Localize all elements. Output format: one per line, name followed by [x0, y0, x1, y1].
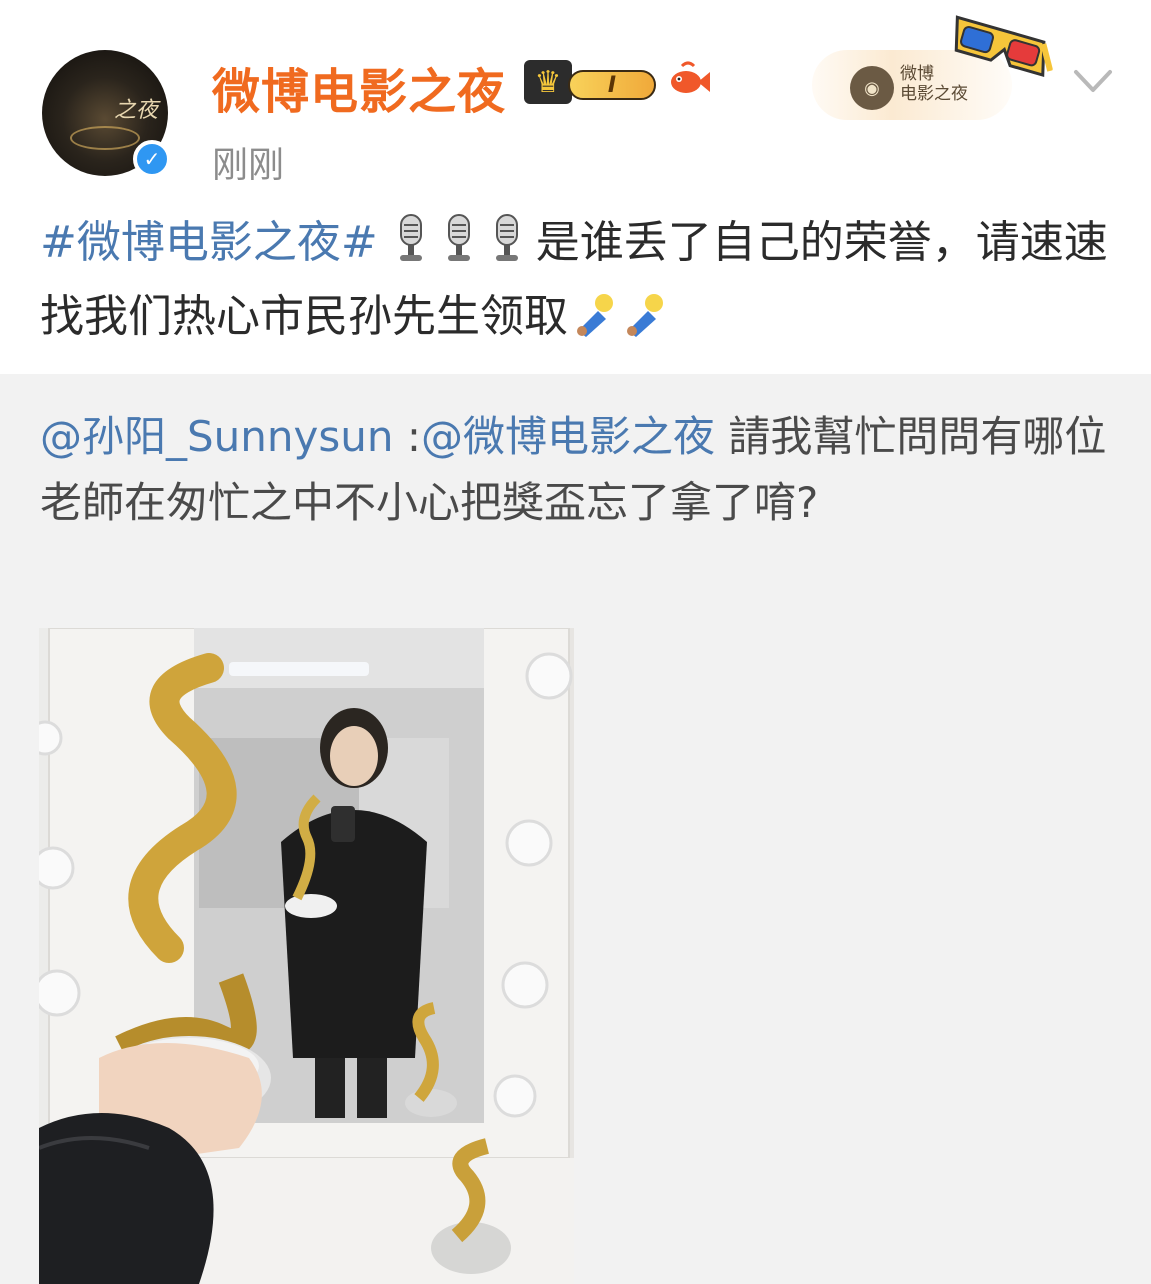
microphone-icon [495, 214, 518, 261]
avatar-stage-graphic [70, 126, 140, 150]
fish-icon[interactable] [664, 56, 712, 104]
username[interactable]: 微博电影之夜 [212, 52, 506, 122]
doll-icon [627, 294, 663, 337]
member-level-badge[interactable]: ♛ I [524, 56, 658, 108]
repost-photo[interactable] [39, 628, 574, 1284]
repost-target-mention[interactable]: @微博电影之夜 [421, 412, 715, 461]
level-badge-label: I [568, 70, 656, 100]
post-timestamp: 刚刚 [212, 145, 285, 186]
repost-text: @孙阳_Sunnysun :@微博电影之夜 請我幫忙問問有哪位老師在匆忙之中不小… [40, 404, 1120, 536]
event-decoration: ◉ 微博 电影之夜 [812, 15, 1056, 120]
event-logo-icon: ◉ [850, 66, 894, 110]
crown-icon: ♛ [524, 60, 572, 104]
trophy-mirror-photo [39, 628, 574, 1284]
doll-icon [577, 294, 613, 337]
repost-block[interactable]: @孙阳_Sunnysun :@微博电影之夜 請我幫忙問問有哪位老師在匆忙之中不小… [0, 374, 1151, 1284]
repost-separator: : [393, 412, 422, 461]
microphone-icon [399, 214, 422, 261]
verified-check-icon: ✓ [133, 140, 171, 178]
event-logo-line2: 电影之夜 [900, 84, 968, 104]
chevron-down-icon[interactable] [1070, 58, 1116, 104]
avatar-logo-text: 之夜 [114, 98, 159, 123]
hashtag-link[interactable]: #微博电影之夜# [40, 217, 378, 268]
microphone-icon [447, 214, 470, 261]
post-header: 之夜 ✓ 微博电影之夜 ♛ I 刚刚 ◉ 微博 电影之夜 [0, 0, 1151, 200]
post-text: #微博电影之夜# 是谁丢了自己的荣誉，请速速找我们热心市民孙先生领取 [40, 206, 1120, 354]
repost-author-mention[interactable]: @孙阳_Sunnysun [40, 412, 394, 461]
